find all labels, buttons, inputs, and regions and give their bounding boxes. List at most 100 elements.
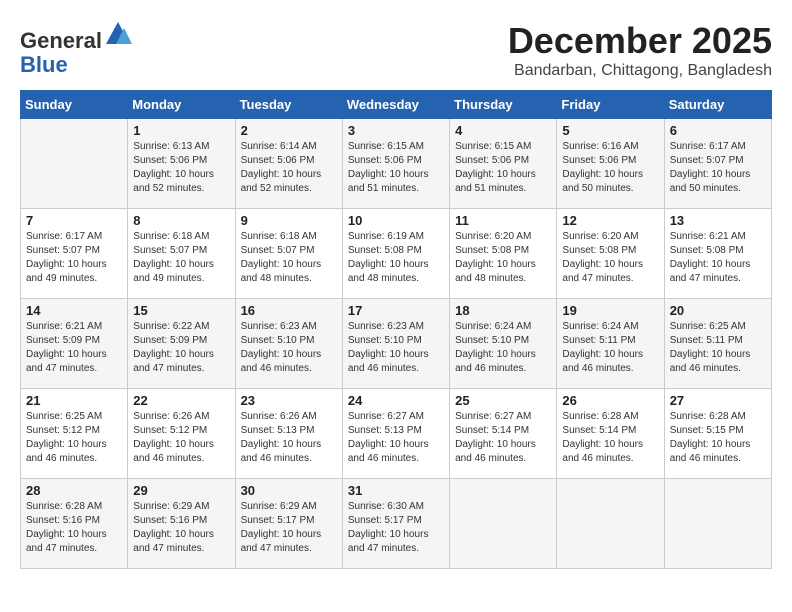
day-info: Sunrise: 6:20 AM Sunset: 5:08 PM Dayligh…: [562, 230, 658, 286]
sunrise-text: Sunrise: 6:29 AM: [133, 501, 209, 512]
daylight-text: Daylight: 10 hours and 50 minutes.: [670, 169, 751, 194]
day-info: Sunrise: 6:29 AM Sunset: 5:17 PM Dayligh…: [241, 500, 337, 556]
daylight-text: Daylight: 10 hours and 47 minutes.: [670, 259, 751, 284]
sunset-text: Sunset: 5:06 PM: [562, 155, 636, 166]
daylight-text: Daylight: 10 hours and 47 minutes.: [348, 529, 429, 554]
sunset-text: Sunset: 5:08 PM: [455, 245, 529, 256]
day-number: 6: [670, 123, 766, 138]
calendar-body: 1 Sunrise: 6:13 AM Sunset: 5:06 PM Dayli…: [21, 119, 772, 569]
daylight-text: Daylight: 10 hours and 51 minutes.: [348, 169, 429, 194]
weekday-header-cell: Tuesday: [235, 91, 342, 119]
day-info: Sunrise: 6:28 AM Sunset: 5:16 PM Dayligh…: [26, 500, 122, 556]
sunrise-text: Sunrise: 6:28 AM: [562, 411, 638, 422]
daylight-text: Daylight: 10 hours and 47 minutes.: [26, 349, 107, 374]
day-info: Sunrise: 6:18 AM Sunset: 5:07 PM Dayligh…: [133, 230, 229, 286]
day-info: Sunrise: 6:15 AM Sunset: 5:06 PM Dayligh…: [455, 140, 551, 196]
sunrise-text: Sunrise: 6:15 AM: [348, 141, 424, 152]
daylight-text: Daylight: 10 hours and 49 minutes.: [133, 259, 214, 284]
daylight-text: Daylight: 10 hours and 47 minutes.: [133, 349, 214, 374]
day-info: Sunrise: 6:18 AM Sunset: 5:07 PM Dayligh…: [241, 230, 337, 286]
daylight-text: Daylight: 10 hours and 46 minutes.: [26, 439, 107, 464]
daylight-text: Daylight: 10 hours and 48 minutes.: [241, 259, 322, 284]
daylight-text: Daylight: 10 hours and 52 minutes.: [133, 169, 214, 194]
calendar-day-cell: [664, 479, 771, 569]
weekday-header-row: SundayMondayTuesdayWednesdayThursdayFrid…: [21, 91, 772, 119]
daylight-text: Daylight: 10 hours and 47 minutes.: [26, 529, 107, 554]
calendar-day-cell: 2 Sunrise: 6:14 AM Sunset: 5:06 PM Dayli…: [235, 119, 342, 209]
calendar-day-cell: 11 Sunrise: 6:20 AM Sunset: 5:08 PM Dayl…: [450, 209, 557, 299]
sunrise-text: Sunrise: 6:20 AM: [562, 231, 638, 242]
sunset-text: Sunset: 5:13 PM: [241, 425, 315, 436]
sunset-text: Sunset: 5:08 PM: [348, 245, 422, 256]
calendar-day-cell: 29 Sunrise: 6:29 AM Sunset: 5:16 PM Dayl…: [128, 479, 235, 569]
sunset-text: Sunset: 5:09 PM: [133, 335, 207, 346]
weekday-header-cell: Wednesday: [342, 91, 449, 119]
calendar-day-cell: 10 Sunrise: 6:19 AM Sunset: 5:08 PM Dayl…: [342, 209, 449, 299]
day-number: 9: [241, 213, 337, 228]
logo-general-text: General: [20, 28, 102, 53]
sunset-text: Sunset: 5:16 PM: [133, 515, 207, 526]
calendar-day-cell: 8 Sunrise: 6:18 AM Sunset: 5:07 PM Dayli…: [128, 209, 235, 299]
sunset-text: Sunset: 5:11 PM: [562, 335, 635, 346]
sunset-text: Sunset: 5:14 PM: [562, 425, 636, 436]
sunrise-text: Sunrise: 6:29 AM: [241, 501, 317, 512]
day-info: Sunrise: 6:23 AM Sunset: 5:10 PM Dayligh…: [348, 320, 444, 376]
calendar-day-cell: 20 Sunrise: 6:25 AM Sunset: 5:11 PM Dayl…: [664, 299, 771, 389]
calendar-week-row: 7 Sunrise: 6:17 AM Sunset: 5:07 PM Dayli…: [21, 209, 772, 299]
sunrise-text: Sunrise: 6:16 AM: [562, 141, 638, 152]
daylight-text: Daylight: 10 hours and 47 minutes.: [241, 529, 322, 554]
calendar-day-cell: 4 Sunrise: 6:15 AM Sunset: 5:06 PM Dayli…: [450, 119, 557, 209]
day-number: 15: [133, 303, 229, 318]
day-number: 12: [562, 213, 658, 228]
daylight-text: Daylight: 10 hours and 47 minutes.: [133, 529, 214, 554]
sunrise-text: Sunrise: 6:27 AM: [348, 411, 424, 422]
weekday-header-cell: Monday: [128, 91, 235, 119]
daylight-text: Daylight: 10 hours and 46 minutes.: [348, 349, 429, 374]
calendar-day-cell: 21 Sunrise: 6:25 AM Sunset: 5:12 PM Dayl…: [21, 389, 128, 479]
day-number: 3: [348, 123, 444, 138]
sunrise-text: Sunrise: 6:23 AM: [241, 321, 317, 332]
day-info: Sunrise: 6:19 AM Sunset: 5:08 PM Dayligh…: [348, 230, 444, 286]
day-number: 4: [455, 123, 551, 138]
calendar-day-cell: 3 Sunrise: 6:15 AM Sunset: 5:06 PM Dayli…: [342, 119, 449, 209]
page-header: General Blue December 2025 Bandarban, Ch…: [20, 20, 772, 80]
sunset-text: Sunset: 5:12 PM: [133, 425, 207, 436]
daylight-text: Daylight: 10 hours and 46 minutes.: [562, 349, 643, 374]
sunrise-text: Sunrise: 6:26 AM: [241, 411, 317, 422]
day-info: Sunrise: 6:28 AM Sunset: 5:14 PM Dayligh…: [562, 410, 658, 466]
day-info: Sunrise: 6:25 AM Sunset: 5:12 PM Dayligh…: [26, 410, 122, 466]
daylight-text: Daylight: 10 hours and 46 minutes.: [455, 349, 536, 374]
daylight-text: Daylight: 10 hours and 46 minutes.: [670, 439, 751, 464]
calendar-day-cell: [450, 479, 557, 569]
sunset-text: Sunset: 5:15 PM: [670, 425, 744, 436]
weekday-header-cell: Friday: [557, 91, 664, 119]
weekday-header-cell: Sunday: [21, 91, 128, 119]
sunset-text: Sunset: 5:14 PM: [455, 425, 529, 436]
day-number: 25: [455, 393, 551, 408]
day-info: Sunrise: 6:26 AM Sunset: 5:12 PM Dayligh…: [133, 410, 229, 466]
day-number: 1: [133, 123, 229, 138]
day-info: Sunrise: 6:30 AM Sunset: 5:17 PM Dayligh…: [348, 500, 444, 556]
day-info: Sunrise: 6:28 AM Sunset: 5:15 PM Dayligh…: [670, 410, 766, 466]
day-number: 30: [241, 483, 337, 498]
day-number: 20: [670, 303, 766, 318]
sunset-text: Sunset: 5:11 PM: [670, 335, 743, 346]
sunset-text: Sunset: 5:13 PM: [348, 425, 422, 436]
calendar-week-row: 1 Sunrise: 6:13 AM Sunset: 5:06 PM Dayli…: [21, 119, 772, 209]
calendar-day-cell: 5 Sunrise: 6:16 AM Sunset: 5:06 PM Dayli…: [557, 119, 664, 209]
calendar-day-cell: 23 Sunrise: 6:26 AM Sunset: 5:13 PM Dayl…: [235, 389, 342, 479]
daylight-text: Daylight: 10 hours and 46 minutes.: [348, 439, 429, 464]
daylight-text: Daylight: 10 hours and 46 minutes.: [241, 349, 322, 374]
logo: General Blue: [20, 20, 132, 77]
day-number: 18: [455, 303, 551, 318]
sunset-text: Sunset: 5:06 PM: [241, 155, 315, 166]
sunrise-text: Sunrise: 6:28 AM: [670, 411, 746, 422]
day-info: Sunrise: 6:20 AM Sunset: 5:08 PM Dayligh…: [455, 230, 551, 286]
day-info: Sunrise: 6:23 AM Sunset: 5:10 PM Dayligh…: [241, 320, 337, 376]
calendar-day-cell: 28 Sunrise: 6:28 AM Sunset: 5:16 PM Dayl…: [21, 479, 128, 569]
sunset-text: Sunset: 5:07 PM: [26, 245, 100, 256]
day-info: Sunrise: 6:26 AM Sunset: 5:13 PM Dayligh…: [241, 410, 337, 466]
sunrise-text: Sunrise: 6:20 AM: [455, 231, 531, 242]
day-info: Sunrise: 6:25 AM Sunset: 5:11 PM Dayligh…: [670, 320, 766, 376]
sunrise-text: Sunrise: 6:24 AM: [455, 321, 531, 332]
